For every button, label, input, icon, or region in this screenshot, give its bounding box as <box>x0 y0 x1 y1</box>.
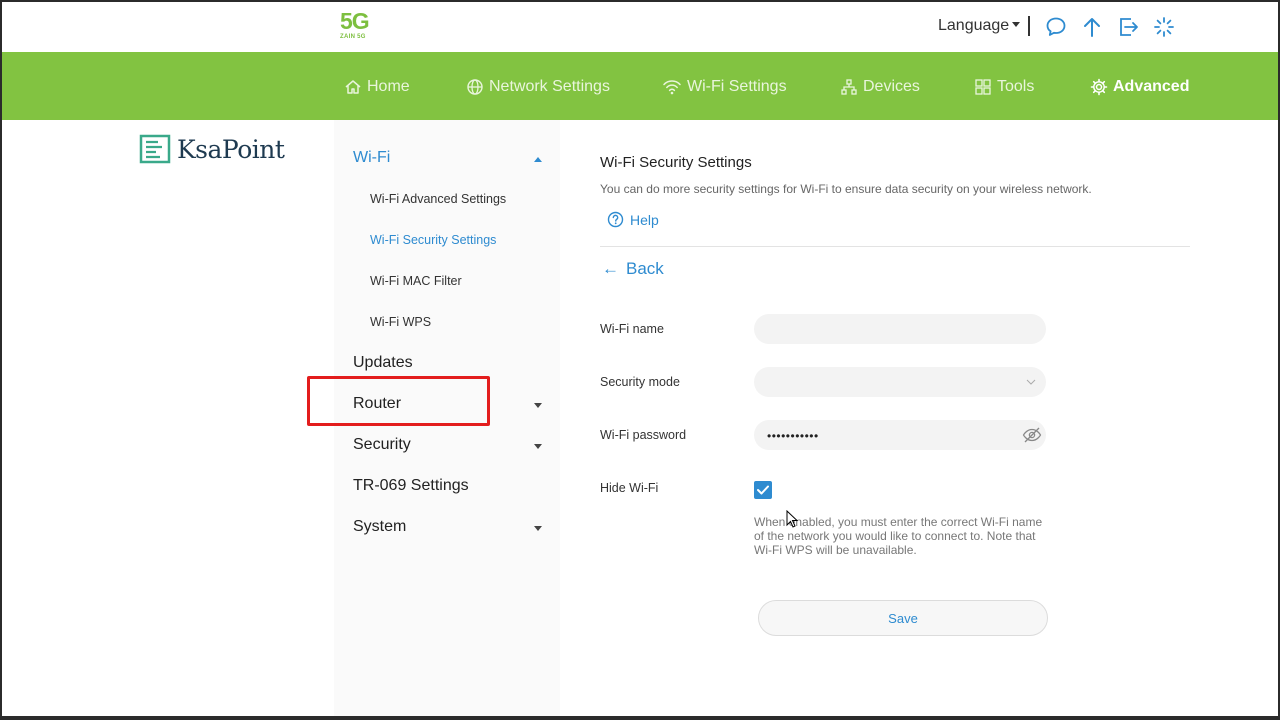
save-button[interactable]: Save <box>758 600 1048 636</box>
menu-wifi-security-settings[interactable]: Wi-Fi Security Settings <box>370 233 496 247</box>
wifi-password-label: Wi-Fi password <box>600 428 687 442</box>
arrow-left-icon: ← <box>602 259 619 278</box>
logo-main-text: 5G <box>340 8 370 34</box>
nav-network-settings[interactable]: Network Settings <box>466 76 610 98</box>
nav-advanced-label: Advanced <box>1113 78 1190 95</box>
top-bar: 5G ZAIN 5G Language <box>2 2 1278 52</box>
chevron-down-icon[interactable] <box>534 444 542 449</box>
hide-wifi-note: When enabled, you must enter the correct… <box>754 515 1043 557</box>
nav-devices[interactable]: Devices <box>840 76 920 98</box>
wifi-name-input[interactable] <box>754 314 1046 344</box>
devices-icon <box>841 79 857 95</box>
page-title: Wi-Fi Security Settings <box>600 154 752 171</box>
main-nav: Home Network Settings Wi-Fi Settings Dev… <box>2 52 1278 120</box>
menu-updates[interactable]: Updates <box>353 354 413 372</box>
chevron-up-icon[interactable] <box>534 157 542 162</box>
menu-router[interactable]: Router <box>353 395 401 413</box>
chat-icon[interactable] <box>1044 15 1068 39</box>
router-admin-page: 5G ZAIN 5G Language Home Network Setting… <box>2 2 1278 716</box>
content-divider <box>600 246 1190 247</box>
back-link[interactable]: ← Back <box>602 259 664 279</box>
nav-home[interactable]: Home <box>344 76 410 98</box>
nav-devices-label: Devices <box>863 78 920 95</box>
nav-advanced[interactable]: Advanced <box>1090 76 1189 98</box>
wifi-password-value: ••••••••••• <box>767 429 819 443</box>
menu-system[interactable]: System <box>353 518 406 536</box>
home-icon <box>345 80 361 94</box>
nav-wifi-settings-label: Wi-Fi Settings <box>687 78 787 95</box>
wifi-name-label: Wi-Fi name <box>600 322 664 336</box>
logout-icon[interactable] <box>1116 15 1140 39</box>
chevron-down-icon <box>1026 379 1036 385</box>
menu-security[interactable]: Security <box>353 436 411 454</box>
nav-tools-label: Tools <box>997 78 1035 95</box>
chevron-down-icon <box>1012 22 1021 27</box>
loading-spinner-icon[interactable] <box>1152 15 1176 39</box>
nav-home-label: Home <box>367 78 410 95</box>
help-link[interactable]: Help <box>607 211 659 228</box>
help-label: Help <box>630 211 659 228</box>
security-mode-select[interactable] <box>754 367 1046 397</box>
ksapoint-logo: KsaPoint <box>139 132 285 166</box>
checkmark-icon <box>757 485 769 495</box>
gear-icon <box>1090 78 1108 96</box>
upload-arrow-icon[interactable] <box>1080 15 1104 39</box>
brand-name: KsaPoint <box>177 134 285 164</box>
language-label: Language <box>938 17 1010 34</box>
wifi-icon <box>663 80 681 95</box>
menu-tr069-settings[interactable]: TR-069 Settings <box>353 477 469 495</box>
nav-tools[interactable]: Tools <box>974 76 1034 98</box>
nav-network-settings-label: Network Settings <box>489 78 610 95</box>
menu-wifi-advanced-settings[interactable]: Wi-Fi Advanced Settings <box>370 192 506 206</box>
side-menu: Wi-Fi Wi-Fi Advanced Settings Wi-Fi Secu… <box>334 120 560 716</box>
tools-icon <box>975 79 991 95</box>
language-dropdown[interactable]: Language <box>938 17 1021 35</box>
chevron-down-icon[interactable] <box>534 403 542 408</box>
back-label: Back <box>626 259 664 278</box>
nav-wifi-settings[interactable]: Wi-Fi Settings <box>662 76 787 98</box>
security-mode-label: Security mode <box>600 375 680 389</box>
ksapoint-logo-icon <box>139 134 171 164</box>
header-separator <box>1028 16 1030 36</box>
question-circle-icon <box>607 211 624 228</box>
hide-wifi-label: Hide Wi-Fi <box>600 481 659 495</box>
menu-wifi-mac-filter[interactable]: Wi-Fi MAC Filter <box>370 274 462 288</box>
zain-5g-logo: 5G ZAIN 5G <box>338 8 380 44</box>
page-description: You can do more security settings for Wi… <box>600 182 1092 196</box>
hide-wifi-checkbox[interactable] <box>754 481 772 499</box>
menu-wifi-wps[interactable]: Wi-Fi WPS <box>370 315 431 329</box>
chevron-down-icon[interactable] <box>534 526 542 531</box>
eye-off-icon[interactable] <box>1022 426 1042 449</box>
menu-wifi[interactable]: Wi-Fi <box>353 149 390 167</box>
logo-sub-text: ZAIN 5G <box>340 34 366 40</box>
globe-icon <box>467 79 483 95</box>
